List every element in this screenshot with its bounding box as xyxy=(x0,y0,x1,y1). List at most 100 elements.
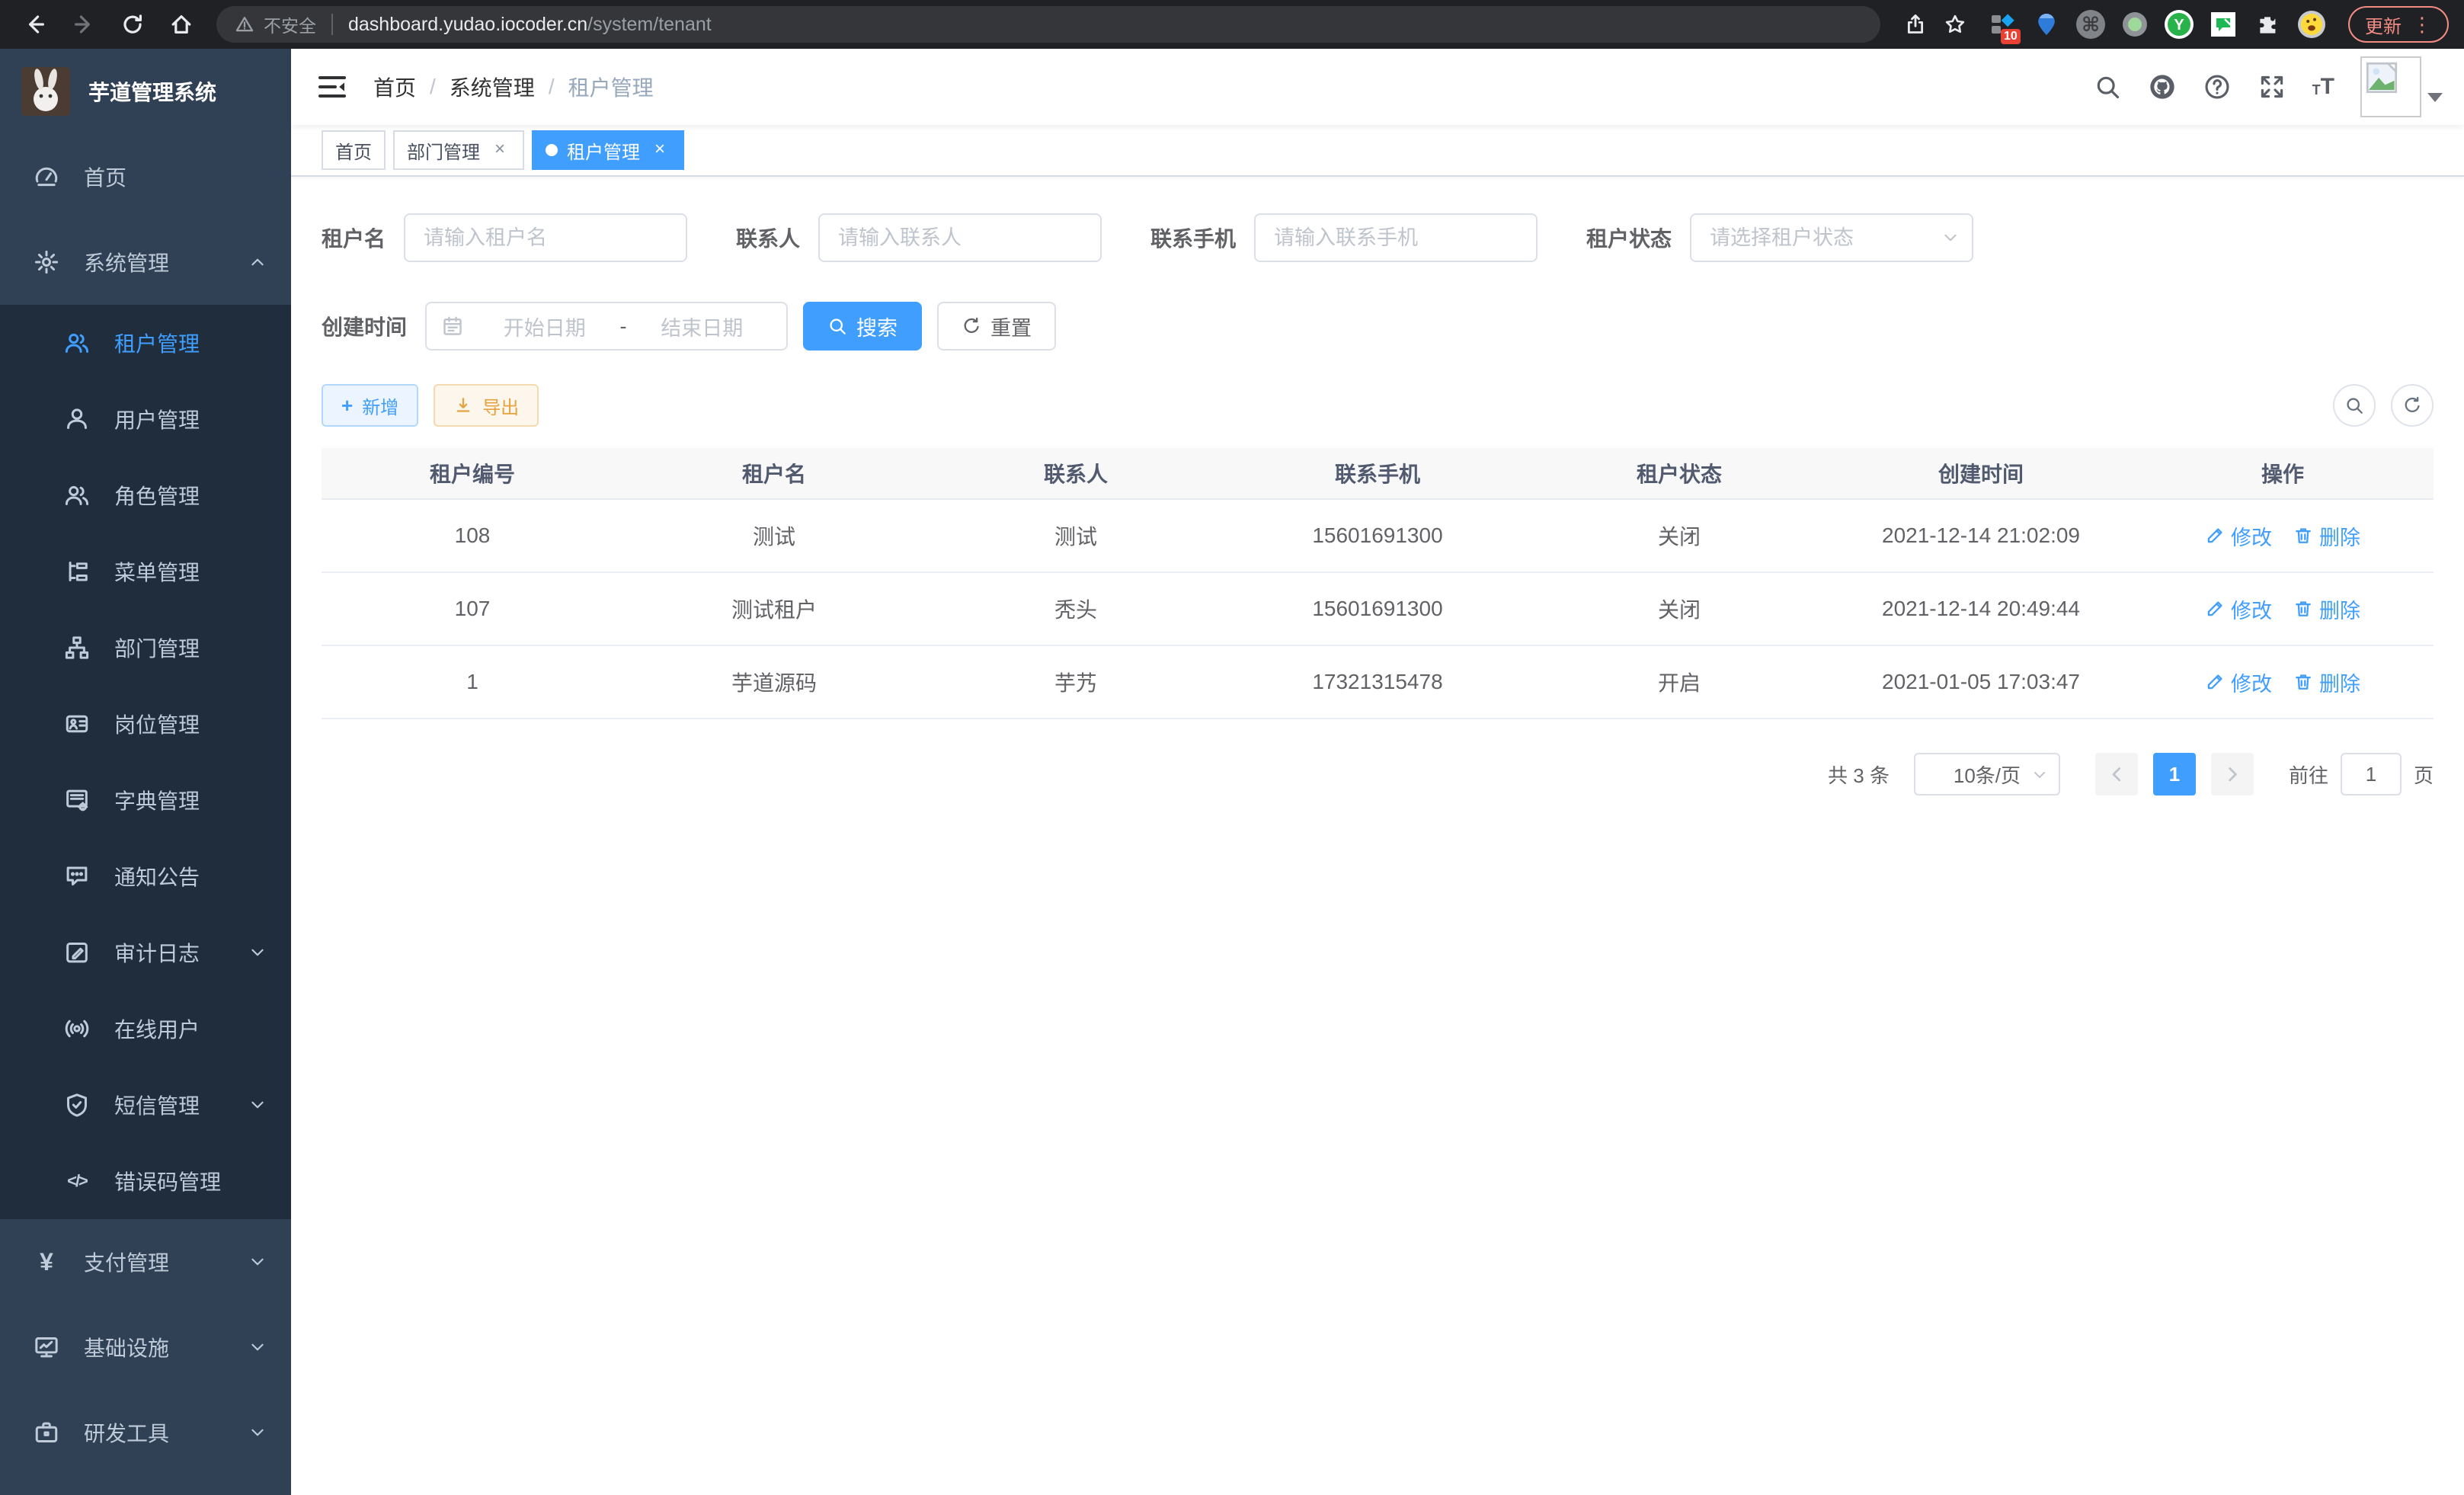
sidebar-item-post[interactable]: 岗位管理 xyxy=(0,686,291,762)
share-button[interactable] xyxy=(1896,5,1935,44)
extension-emoji-icon[interactable] xyxy=(2296,9,2327,40)
toggle-search-button[interactable] xyxy=(2333,384,2376,427)
refresh-table-button[interactable] xyxy=(2391,384,2434,427)
table-row: 1 芋道源码 芋艿 17321315478 开启 2021-01-05 17:0… xyxy=(322,646,2434,719)
sidebar-item-notice[interactable]: 通知公告 xyxy=(0,838,291,914)
sidebar-item-payment[interactable]: ¥ 支付管理 xyxy=(0,1219,291,1305)
extension-command-icon[interactable]: ⌘ xyxy=(2075,9,2106,40)
export-button[interactable]: 导出 xyxy=(434,384,539,427)
header-search-icon[interactable] xyxy=(2093,72,2122,101)
extension-grid-icon[interactable]: 10 xyxy=(1987,9,2018,40)
extension-chat-icon[interactable] xyxy=(2208,9,2238,40)
github-icon[interactable] xyxy=(2148,72,2177,101)
edit-link[interactable]: 修改 xyxy=(2205,521,2272,551)
sidebar-item-dev-tools[interactable]: 研发工具 xyxy=(0,1390,291,1475)
date-range-picker[interactable]: 开始日期 - 结束日期 xyxy=(425,302,788,351)
role-users-icon xyxy=(64,482,90,508)
avatar-caret-icon xyxy=(2427,93,2443,102)
sidebar-item-tenant[interactable]: 租户管理 xyxy=(0,305,291,381)
start-date-placeholder: 开始日期 xyxy=(475,312,614,341)
extension-balloon-icon[interactable] xyxy=(2031,9,2062,40)
extension-y-icon[interactable]: Y xyxy=(2164,9,2194,40)
breadcrumb: 首页 / 系统管理 / 租户管理 xyxy=(373,72,654,102)
browser-reload-button[interactable] xyxy=(113,5,152,44)
extension-dot-icon[interactable] xyxy=(2120,9,2150,40)
contact-label: 联系人 xyxy=(736,222,800,253)
sidebar-item-audit-log[interactable]: 审计日志 xyxy=(0,914,291,991)
extensions-puzzle-icon[interactable] xyxy=(2252,9,2283,40)
mobile-input[interactable] xyxy=(1254,213,1538,262)
browser-back-button[interactable] xyxy=(15,5,55,44)
breadcrumb-home[interactable]: 首页 xyxy=(373,72,416,102)
contact-input[interactable] xyxy=(818,213,1102,262)
navbar: 首页 / 系统管理 / 租户管理 TT xyxy=(291,49,2464,125)
download-icon xyxy=(453,395,473,415)
browser-forward-button[interactable] xyxy=(64,5,104,44)
browser-toolbar: 不安全 dashboard.yudao.iocoder.cn/system/te… xyxy=(0,0,2464,49)
avatar[interactable] xyxy=(2360,56,2421,117)
sidebar-item-system[interactable]: 系统管理 xyxy=(0,219,291,305)
sidebar-item-dept[interactable]: 部门管理 xyxy=(0,610,291,686)
page-size-select[interactable]: 10条/页 xyxy=(1914,753,2060,796)
tab-tenant[interactable]: 租户管理 × xyxy=(532,130,684,170)
status-select-input[interactable] xyxy=(1690,213,1973,262)
font-size-icon[interactable]: TT xyxy=(2312,75,2334,98)
delete-link[interactable]: 删除 xyxy=(2293,594,2360,624)
broken-image-icon xyxy=(2365,61,2398,94)
reset-button[interactable]: 重置 xyxy=(937,302,1056,351)
status-select[interactable] xyxy=(1690,213,1973,262)
sidebar-collapse-button[interactable] xyxy=(315,70,349,104)
gear-icon xyxy=(34,249,59,275)
users-icon xyxy=(64,330,90,356)
chevron-down-icon xyxy=(248,1253,267,1271)
sidebar-item-online-users[interactable]: 在线用户 xyxy=(0,991,291,1067)
close-icon[interactable]: × xyxy=(649,139,670,161)
fullscreen-icon[interactable] xyxy=(2258,72,2286,101)
delete-link[interactable]: 删除 xyxy=(2293,521,2360,551)
search-button[interactable]: 搜索 xyxy=(803,302,922,351)
col-mobile: 联系手机 xyxy=(1227,458,1528,488)
close-icon[interactable]: × xyxy=(489,139,510,161)
bookmark-star-button[interactable] xyxy=(1935,5,1975,44)
chevron-down-icon xyxy=(248,1423,267,1442)
sidebar-item-role[interactable]: 角色管理 xyxy=(0,457,291,533)
table-toolbar: + 新增 导出 xyxy=(322,384,2434,427)
sidebar-item-menu[interactable]: 菜单管理 xyxy=(0,533,291,610)
help-icon[interactable] xyxy=(2203,72,2232,101)
sidebar-item-sms[interactable]: 短信管理 xyxy=(0,1067,291,1143)
col-tenant-name: 租户名 xyxy=(623,458,925,488)
address-bar[interactable]: 不安全 dashboard.yudao.iocoder.cn/system/te… xyxy=(216,6,1880,43)
tab-home[interactable]: 首页 xyxy=(322,130,386,170)
user-menu[interactable] xyxy=(2360,56,2443,117)
sidebar-item-dict[interactable]: 字典管理 xyxy=(0,762,291,838)
chevron-down-icon xyxy=(2031,767,2048,783)
edit-link[interactable]: 修改 xyxy=(2205,594,2272,624)
url-host: dashboard.yudao.iocoder.cn xyxy=(348,14,587,35)
browser-update-menu-button[interactable]: 更新 ⋮ xyxy=(2348,6,2449,43)
tab-dept[interactable]: 部门管理 × xyxy=(393,130,524,170)
chevron-up-icon xyxy=(248,253,267,271)
tenant-name-input[interactable] xyxy=(404,213,687,262)
next-page-button[interactable] xyxy=(2211,753,2254,796)
goto-page-input[interactable] xyxy=(2341,753,2402,796)
sidebar-item-error-code[interactable]: </> 错误码管理 xyxy=(0,1143,291,1219)
shield-icon xyxy=(64,1092,90,1118)
col-tenant-id: 租户编号 xyxy=(322,458,623,488)
delete-link[interactable]: 删除 xyxy=(2293,667,2360,697)
sidebar-item-home[interactable]: 首页 xyxy=(0,134,291,219)
filter-row-1: 租户名 联系人 联系手机 租户状态 xyxy=(322,213,2434,262)
browser-home-button[interactable] xyxy=(162,5,201,44)
table-header-row: 租户编号 租户名 联系人 联系手机 租户状态 创建时间 操作 xyxy=(322,448,2434,500)
prev-page-button[interactable] xyxy=(2095,753,2138,796)
sidebar-item-infrastructure[interactable]: 基础设施 xyxy=(0,1305,291,1390)
breadcrumb-current: 租户管理 xyxy=(568,72,654,102)
sidebar-submenu-system: 租户管理 用户管理 角色管理 菜单管理 xyxy=(0,305,291,1219)
add-button[interactable]: + 新增 xyxy=(322,384,418,427)
edit-link[interactable]: 修改 xyxy=(2205,667,2272,697)
edit-icon xyxy=(2205,526,2225,546)
trash-icon xyxy=(2293,672,2313,692)
calendar-icon xyxy=(442,315,463,337)
page-number-1[interactable]: 1 xyxy=(2153,753,2196,796)
sidebar-item-user[interactable]: 用户管理 xyxy=(0,381,291,457)
breadcrumb-system[interactable]: 系统管理 xyxy=(450,72,535,102)
